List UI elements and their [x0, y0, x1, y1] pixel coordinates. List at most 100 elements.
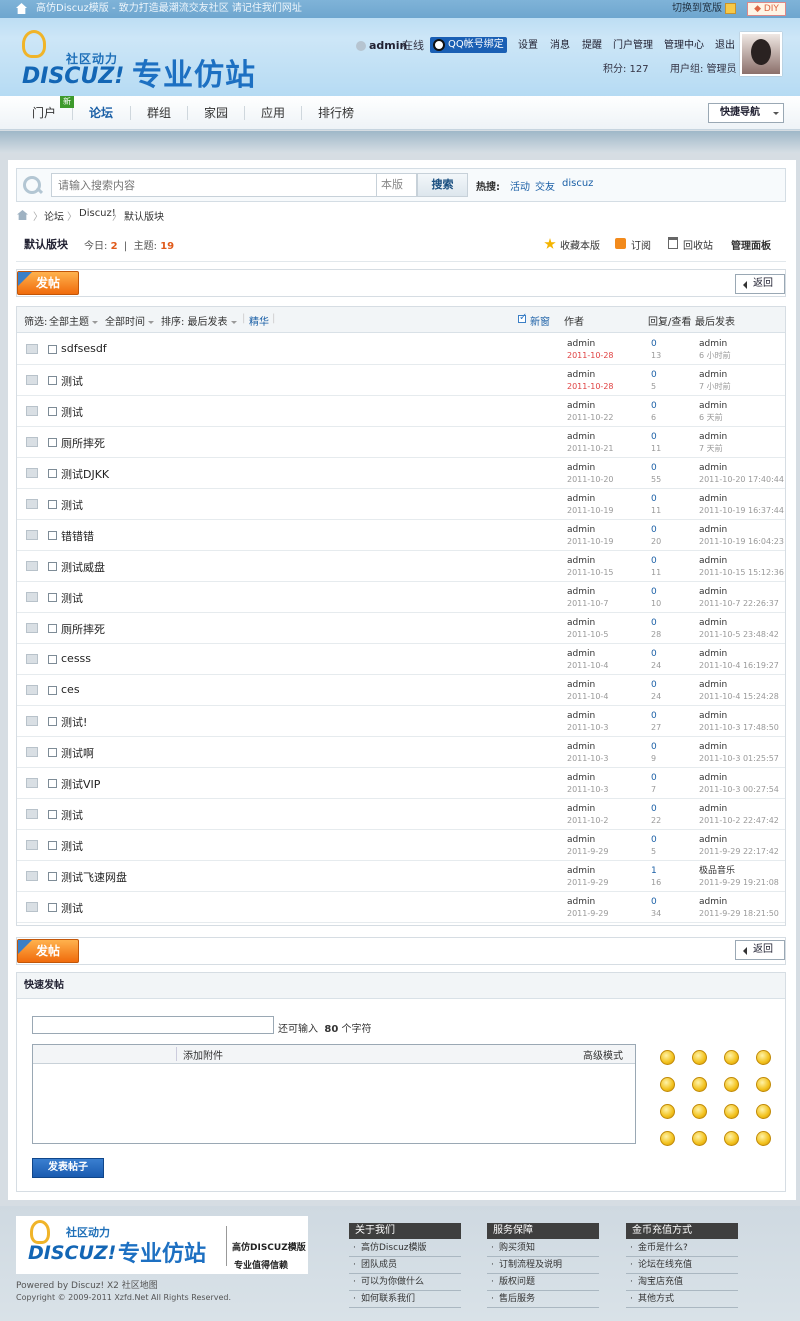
- qq-bind-button[interactable]: QQ帐号绑定: [430, 37, 507, 53]
- last-post-time-link[interactable]: 2011-10-19 16:04:23: [699, 536, 784, 547]
- thread-title-link[interactable]: 测试: [61, 590, 83, 606]
- thread-replies[interactable]: 0: [651, 679, 657, 691]
- smiley-icon[interactable]: [692, 1050, 707, 1065]
- thread-title-link[interactable]: cesss: [61, 652, 91, 665]
- footer-link[interactable]: 版权问题: [487, 1274, 599, 1291]
- last-post-user-link[interactable]: admin: [699, 772, 727, 784]
- new-thread-button-bottom[interactable]: 发帖: [17, 939, 79, 963]
- smiley-icon[interactable]: [756, 1050, 771, 1065]
- last-post-user-link[interactable]: admin: [699, 338, 727, 350]
- thread-replies[interactable]: 1: [651, 865, 657, 877]
- smiley-icon[interactable]: [756, 1077, 771, 1092]
- thread-author-link[interactable]: admin: [567, 865, 595, 877]
- last-post-user-link[interactable]: admin: [699, 586, 727, 598]
- thread-checkbox[interactable]: [48, 531, 57, 540]
- footer-link[interactable]: 金币是什么?: [626, 1240, 738, 1257]
- nav-group[interactable]: 群组: [147, 96, 171, 130]
- last-post-time-link[interactable]: 2011-10-4 16:19:27: [699, 660, 779, 671]
- last-post-time-link[interactable]: 2011-10-3 17:48:50: [699, 722, 779, 733]
- thread-checkbox[interactable]: [48, 469, 57, 478]
- last-post-user-link[interactable]: admin: [699, 493, 727, 505]
- hot-link-activity[interactable]: 活动: [510, 178, 530, 193]
- thread-title-link[interactable]: 测试: [61, 807, 83, 823]
- thread-author-link[interactable]: admin: [567, 493, 595, 505]
- smiley-icon[interactable]: [756, 1131, 771, 1146]
- last-post-user-link[interactable]: admin: [699, 741, 727, 753]
- thread-title-link[interactable]: 测试DJKK: [61, 466, 109, 482]
- thread-replies[interactable]: 0: [651, 524, 657, 536]
- last-post-time-link[interactable]: 2011-10-2 22:47:42: [699, 815, 779, 826]
- thread-title-link[interactable]: 测试: [61, 404, 83, 420]
- thread-author-link[interactable]: admin: [567, 586, 595, 598]
- site-logo[interactable]: 社区动力 DISCUZ! 专业仿站: [20, 30, 260, 93]
- thread-replies[interactable]: 0: [651, 772, 657, 784]
- thread-checkbox[interactable]: [48, 748, 57, 757]
- last-post-user-link[interactable]: admin: [699, 462, 727, 474]
- thread-checkbox[interactable]: [48, 500, 57, 509]
- smiley-icon[interactable]: [724, 1131, 739, 1146]
- thread-author-link[interactable]: admin: [567, 555, 595, 567]
- last-post-time-link[interactable]: 2011-10-7 22:26:37: [699, 598, 779, 609]
- nav-forum[interactable]: 论坛: [89, 96, 113, 130]
- hot-link-discuz[interactable]: discuz: [562, 178, 593, 189]
- last-post-time-link[interactable]: 2011-10-5 23:48:42: [699, 629, 779, 640]
- logout-link[interactable]: 退出: [715, 38, 735, 54]
- thread-author-link[interactable]: admin: [567, 400, 595, 412]
- thread-author-link[interactable]: admin: [567, 803, 595, 815]
- last-post-user-link[interactable]: admin: [699, 400, 727, 412]
- breadcrumb-forum[interactable]: 论坛: [44, 208, 64, 223]
- thread-author-link[interactable]: admin: [567, 338, 595, 350]
- switch-wide-icon[interactable]: [725, 3, 736, 14]
- smiley-icon[interactable]: [724, 1050, 739, 1065]
- footer-link[interactable]: 其他方式: [626, 1291, 738, 1308]
- thread-replies[interactable]: 0: [651, 803, 657, 815]
- thread-checkbox[interactable]: [48, 438, 57, 447]
- last-post-time-link[interactable]: 2011-10-19 16:37:44: [699, 505, 784, 516]
- footer-link[interactable]: 论坛在线充值: [626, 1257, 738, 1274]
- thread-checkbox[interactable]: [48, 593, 57, 602]
- thread-title-link[interactable]: 测试: [61, 373, 83, 389]
- last-post-user-link[interactable]: admin: [699, 710, 727, 722]
- thread-replies[interactable]: 0: [651, 710, 657, 722]
- thread-checkbox[interactable]: [48, 686, 57, 695]
- smiley-icon[interactable]: [660, 1104, 675, 1119]
- thread-title-link[interactable]: 测试啊: [61, 745, 94, 761]
- quick-nav-dropdown[interactable]: 快捷导航: [708, 103, 784, 123]
- new-thread-button[interactable]: 发帖: [17, 271, 79, 295]
- thread-checkbox[interactable]: [48, 903, 57, 912]
- thread-checkbox[interactable]: [48, 872, 57, 881]
- digest-filter-link[interactable]: 精华: [249, 313, 269, 328]
- last-post-user-link[interactable]: admin: [699, 834, 727, 846]
- submit-post-button[interactable]: 发表帖子: [32, 1158, 104, 1178]
- sort-select[interactable]: 排序: 最后发表: [161, 313, 237, 328]
- last-post-user-link[interactable]: admin: [699, 524, 727, 536]
- thread-checkbox[interactable]: [48, 810, 57, 819]
- nav-home[interactable]: 家园: [204, 96, 228, 130]
- thread-replies[interactable]: 0: [651, 400, 657, 412]
- last-post-time-link[interactable]: 6 天前: [699, 412, 723, 423]
- search-scope-select[interactable]: 本版: [377, 173, 417, 197]
- last-post-user-link[interactable]: admin: [699, 431, 727, 443]
- last-post-time-link[interactable]: 2011-10-3 01:25:57: [699, 753, 779, 764]
- thread-checkbox[interactable]: [48, 779, 57, 788]
- thread-checkbox[interactable]: [48, 624, 57, 633]
- thread-author-link[interactable]: admin: [567, 834, 595, 846]
- smiley-icon[interactable]: [692, 1104, 707, 1119]
- thread-replies[interactable]: 0: [651, 555, 657, 567]
- thread-author-link[interactable]: admin: [567, 648, 595, 660]
- smiley-icon[interactable]: [660, 1131, 675, 1146]
- back-button[interactable]: 返回: [735, 274, 785, 294]
- thread-author-link[interactable]: admin: [567, 710, 595, 722]
- add-attachment-link[interactable]: 添加附件: [183, 1047, 223, 1062]
- recycle-bin-link[interactable]: 回收站: [683, 237, 713, 252]
- quick-post-subject-input[interactable]: [32, 1016, 274, 1034]
- thread-author-link[interactable]: admin: [567, 617, 595, 629]
- footer-link[interactable]: 高仿Discuz模版: [349, 1240, 461, 1257]
- smiley-icon[interactable]: [724, 1077, 739, 1092]
- thread-author-link[interactable]: admin: [567, 369, 595, 381]
- diy-button[interactable]: ◆ DIY: [747, 2, 786, 16]
- thread-replies[interactable]: 0: [651, 648, 657, 660]
- thread-title-link[interactable]: ces: [61, 683, 80, 696]
- footer-link[interactable]: 淘宝店充值: [626, 1274, 738, 1291]
- admin-center-link[interactable]: 管理中心: [664, 38, 704, 54]
